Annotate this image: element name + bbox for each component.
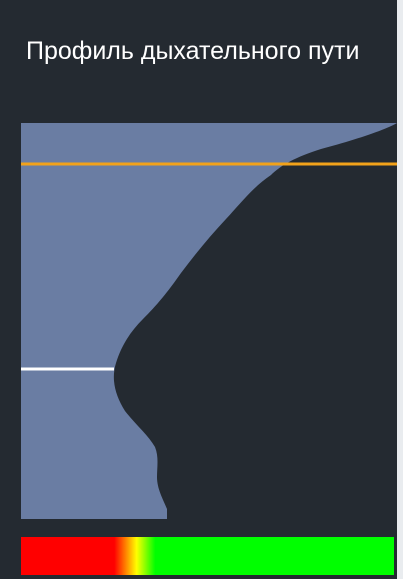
right-border [397, 0, 403, 579]
panel-title: Профиль дыхательного пути [26, 37, 360, 65]
airway-profile-area [21, 123, 397, 519]
airway-profile-panel: Профиль дыхательного пути [0, 0, 403, 579]
airway-profile-chart [21, 123, 397, 519]
risk-gradient-bar [21, 537, 394, 575]
risk-gradient-fill [21, 537, 394, 575]
